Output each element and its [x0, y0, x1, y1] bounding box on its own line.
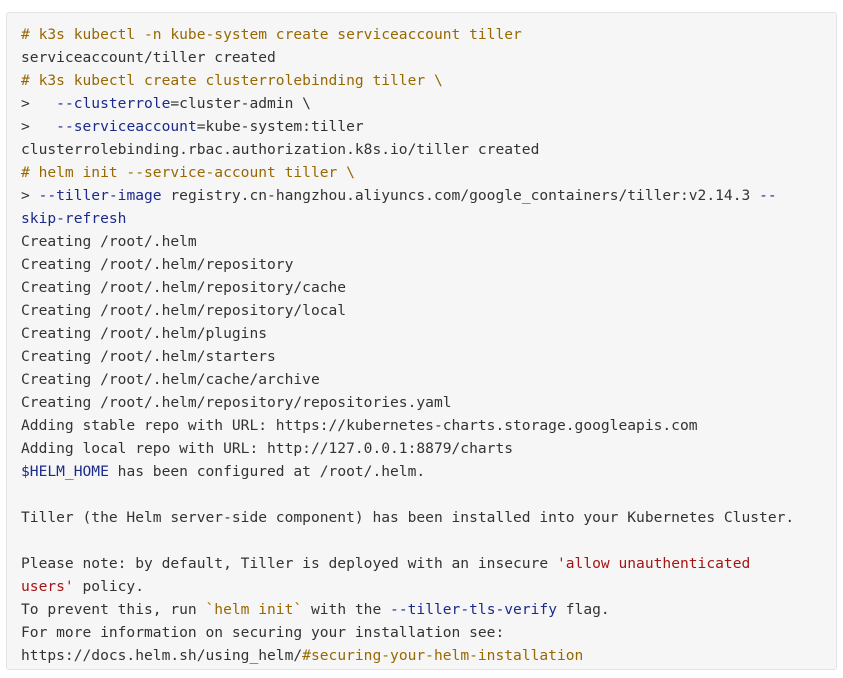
variable-text: $HELM_HOME [21, 463, 109, 480]
flag-text: --serviceaccount [56, 118, 197, 135]
code-line: Creating /root/.helm/repository/local [21, 299, 836, 322]
comment-text: # k3s kubectl create clusterrolebinding … [21, 72, 443, 89]
output-text: Creating /root/.helm/repository/reposito… [21, 394, 452, 411]
code-line: Adding local repo with URL: http://127.0… [21, 437, 836, 460]
output-text: registry.cn-hangzhou.aliyuncs.com/google… [161, 187, 760, 204]
inline-code-text: `helm init` [205, 601, 303, 618]
output-text: serviceaccount/tiller created [21, 49, 276, 66]
output-text: https://docs.helm.sh/using_helm/ [21, 647, 303, 664]
code-line: Creating /root/.helm/starters [21, 345, 836, 368]
output-text: clusterrolebinding.rbac.authorization.k8… [21, 141, 540, 158]
output-text: Creating /root/.helm/repository [21, 256, 294, 273]
output-text: Creating /root/.helm/plugins [21, 325, 268, 342]
code-line: skip-refresh [21, 207, 836, 230]
output-text: =cluster-admin \ [170, 95, 311, 112]
code-line: Creating /root/.helm/plugins [21, 322, 836, 345]
code-line: > --tiller-image registry.cn-hangzhou.al… [21, 184, 836, 207]
code-line: > --clusterrole=cluster-admin \ [21, 92, 836, 115]
output-text: Adding stable repo with URL: https://kub… [21, 417, 698, 434]
output-text: Adding local repo with URL: http://127.0… [21, 440, 514, 457]
output-text: Creating /root/.helm/repository/local [21, 302, 347, 319]
output-text: Tiller (the Helm server-side component) … [21, 509, 795, 526]
output-text: Please note: by default, Tiller is deplo… [21, 555, 557, 572]
code-line: # k3s kubectl create clusterrolebinding … [21, 69, 836, 92]
flag-text: --clusterrole [56, 95, 171, 112]
output-text: flag. [556, 601, 610, 618]
output-text: > [21, 95, 57, 112]
output-text: policy. [73, 578, 145, 595]
code-line: # k3s kubectl -n kube-system create serv… [21, 23, 836, 46]
code-line: Tiller (the Helm server-side component) … [21, 506, 836, 529]
output-text: > [21, 118, 57, 135]
output-text: For more information on securing your in… [21, 624, 505, 641]
code-line: Please note: by default, Tiller is deplo… [21, 552, 836, 575]
output-text: Creating /root/.helm/repository/cache [21, 279, 347, 296]
code-line: > --serviceaccount=kube-system:tiller [21, 115, 836, 138]
code-line: users' policy. [21, 575, 836, 598]
comment-text: # helm init --service-account tiller \ [21, 164, 355, 181]
flag-text: -- [759, 187, 777, 204]
code-line: Creating /root/.helm/repository [21, 253, 836, 276]
flag-text: --tiller-image [38, 187, 162, 204]
code-line: https://docs.helm.sh/using_helm/#securin… [21, 644, 836, 667]
code-line: Creating /root/.helm/cache/archive [21, 368, 836, 391]
code-line: Creating /root/.helm/repository/cache [21, 276, 836, 299]
code-line: # helm init --service-account tiller \ [21, 161, 836, 184]
code-line: Adding stable repo with URL: https://kub… [21, 414, 836, 437]
comment-text: #securing-your-helm-installation [302, 647, 584, 664]
output-text: To prevent this, run [21, 601, 206, 618]
code-line: To prevent this, run `helm init` with th… [21, 598, 836, 621]
string-text: 'allow unauthenticated [556, 555, 751, 572]
string-text: users' [21, 578, 74, 595]
output-text: > [21, 187, 39, 204]
code-block: # k3s kubectl -n kube-system create serv… [6, 12, 837, 670]
code-line: Creating /root/.helm/repository/reposito… [21, 391, 836, 414]
code-line: For more information on securing your in… [21, 621, 836, 644]
flag-text: skip-refresh [21, 210, 127, 227]
code-line: clusterrolebinding.rbac.authorization.k8… [21, 138, 836, 161]
code-lines: # k3s kubectl -n kube-system create serv… [21, 23, 836, 667]
output-text: with the [302, 601, 391, 618]
code-line: Creating /root/.helm [21, 230, 836, 253]
code-line: serviceaccount/tiller created [21, 46, 836, 69]
output-text: Creating /root/.helm/starters [21, 348, 276, 365]
output-text: =kube-system:tiller [196, 118, 364, 135]
output-text: has been configured at /root/.helm. [108, 463, 426, 480]
flag-text: --tiller-tls-verify [390, 601, 557, 618]
output-text: Creating /root/.helm [21, 233, 197, 250]
comment-text: # k3s kubectl -n kube-system create serv… [21, 26, 522, 43]
code-line: $HELM_HOME has been configured at /root/… [21, 460, 836, 483]
output-text: Creating /root/.helm/cache/archive [21, 371, 320, 388]
